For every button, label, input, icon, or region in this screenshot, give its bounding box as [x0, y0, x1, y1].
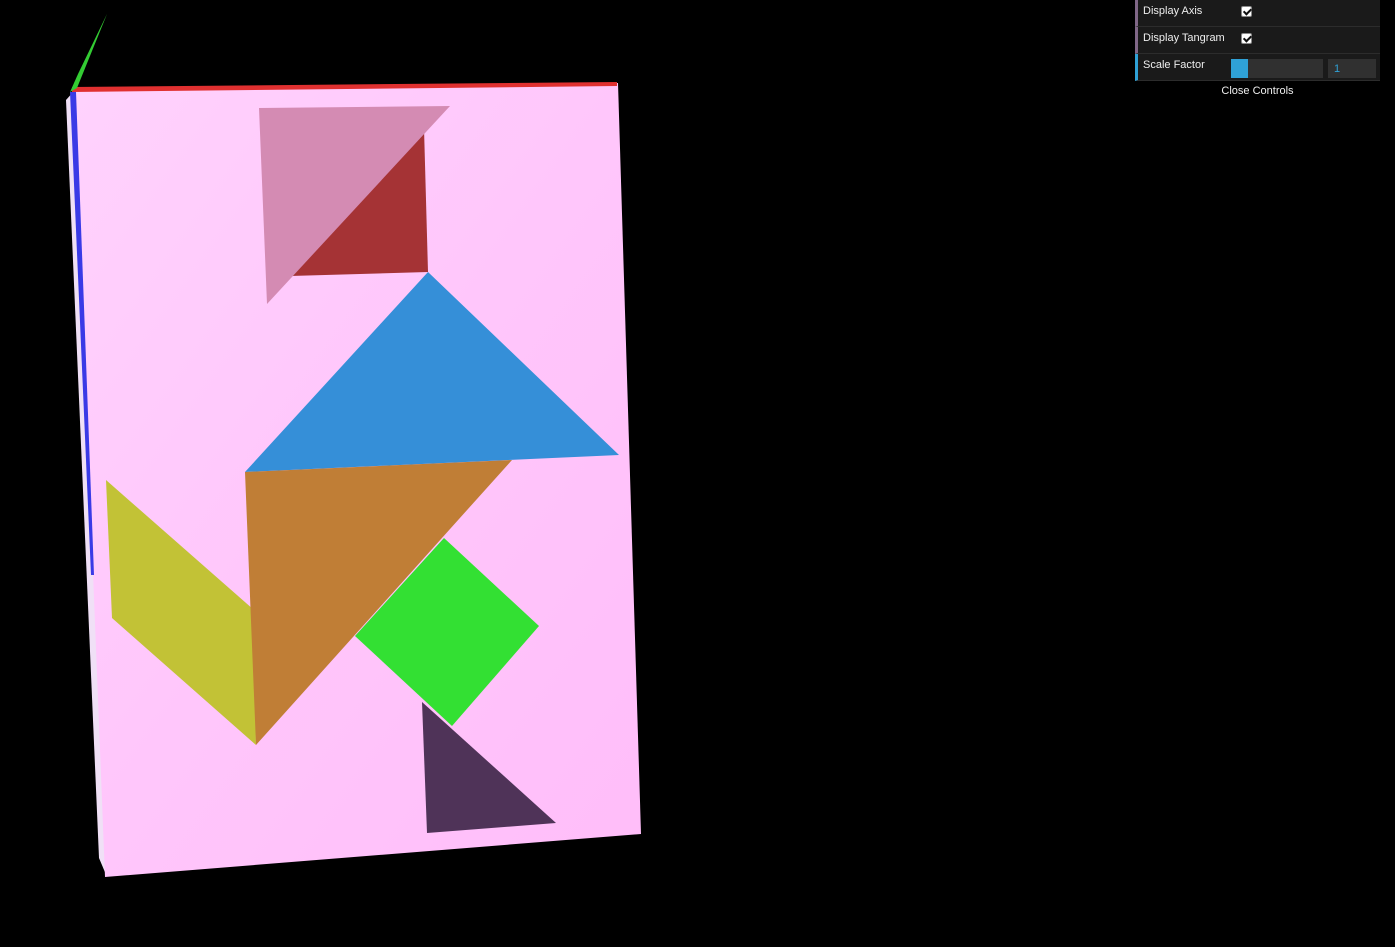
tangram-scene — [66, 14, 641, 877]
scale-factor-input[interactable]: 1 — [1328, 59, 1376, 78]
close-controls-button[interactable]: Close Controls — [1135, 81, 1380, 101]
display-axis-row[interactable]: Display Axis — [1135, 0, 1380, 27]
display-axis-label: Display Axis — [1143, 5, 1203, 17]
display-tangram-checkbox[interactable] — [1241, 33, 1252, 44]
scale-factor-slider-fill — [1231, 59, 1249, 78]
display-tangram-label: Display Tangram — [1143, 32, 1225, 44]
scale-factor-label: Scale Factor — [1143, 59, 1205, 71]
scale-factor-row: Scale Factor 1 — [1135, 54, 1380, 81]
display-tangram-row[interactable]: Display Tangram — [1135, 27, 1380, 54]
display-axis-checkbox[interactable] — [1241, 6, 1252, 17]
y-axis — [70, 14, 107, 92]
controls-panel: Display Axis Display Tangram Scale Facto… — [1135, 0, 1380, 101]
scale-factor-slider[interactable] — [1231, 59, 1323, 78]
webgl-viewport[interactable] — [0, 0, 1395, 947]
